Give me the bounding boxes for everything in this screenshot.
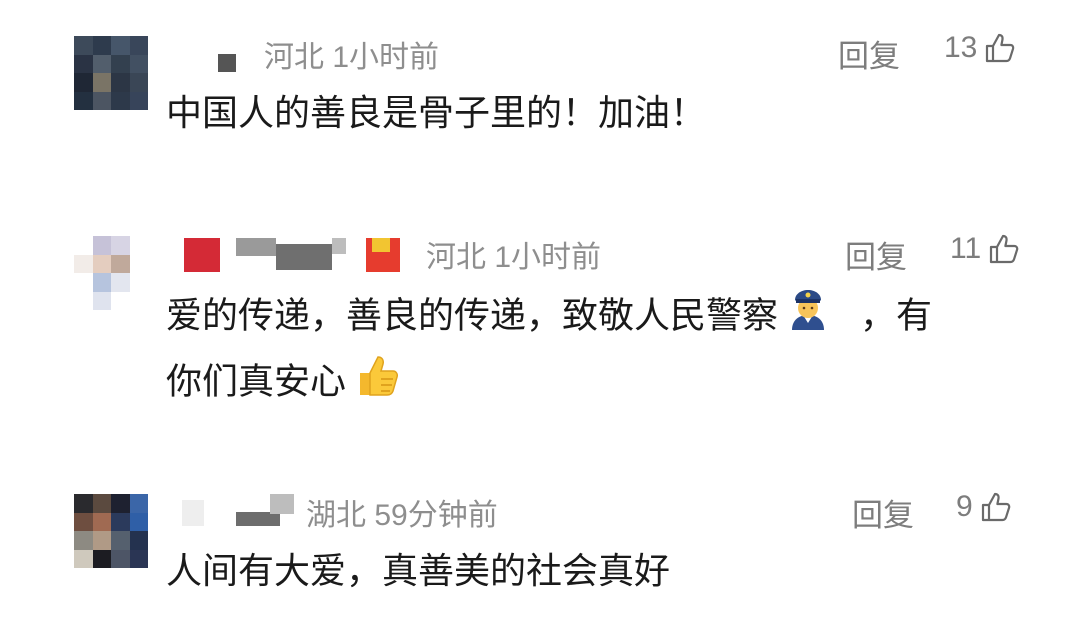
reply-button[interactable]: 回复 bbox=[845, 232, 907, 277]
reply-button[interactable]: 回复 bbox=[838, 31, 900, 76]
username-redacted[interactable] bbox=[372, 238, 390, 252]
thumbs-up-emoji bbox=[350, 349, 402, 418]
comment-text-part: ，有 bbox=[860, 295, 933, 337]
like-button[interactable]: 9 bbox=[956, 490, 1013, 524]
like-button[interactable]: 11 bbox=[950, 232, 1021, 266]
thumbs-up-outline-icon bbox=[979, 490, 1013, 524]
username-redacted[interactable] bbox=[276, 244, 332, 270]
avatar[interactable] bbox=[74, 494, 148, 568]
thumbs-up-outline-icon bbox=[987, 232, 1021, 266]
avatar[interactable] bbox=[74, 36, 148, 110]
like-button[interactable]: 13 bbox=[944, 31, 1017, 65]
username-redacted[interactable] bbox=[332, 238, 346, 254]
comment-text-part: 爱的传递，善良的传递，致敬人民警察 bbox=[166, 295, 779, 337]
like-count: 9 bbox=[956, 490, 973, 523]
comment-text: 爱的传递，善良的传递，致敬人民警察 ，有 你们真安心 bbox=[166, 286, 932, 418]
comment-meta: 湖北 59分钟前 bbox=[306, 490, 498, 534]
timestamp: 1小时前 bbox=[332, 41, 440, 74]
police-officer-emoji bbox=[786, 286, 830, 349]
comment-meta: 河北 1小时前 bbox=[264, 32, 439, 76]
timestamp: 1小时前 bbox=[494, 241, 602, 274]
comment-text-part: 你们真安心 bbox=[166, 361, 347, 403]
username-redacted[interactable] bbox=[182, 500, 204, 526]
username-redacted[interactable] bbox=[184, 238, 220, 272]
avatar[interactable] bbox=[74, 236, 148, 310]
comment-text: 人间有大爱，真善美的社会真好 bbox=[166, 551, 671, 592]
thumbs-up-outline-icon bbox=[983, 31, 1017, 65]
username-redacted[interactable] bbox=[236, 512, 280, 526]
comment-meta: 河北 1小时前 bbox=[426, 232, 601, 276]
reply-button[interactable]: 回复 bbox=[852, 490, 914, 535]
location-label: 湖北 bbox=[306, 499, 366, 532]
like-count: 11 bbox=[950, 232, 982, 265]
location-label: 河北 bbox=[264, 41, 324, 74]
comment-text: 中国人的善良是骨子里的！加油！ bbox=[166, 93, 707, 134]
username-redacted[interactable] bbox=[218, 54, 236, 72]
username-redacted[interactable] bbox=[270, 494, 294, 514]
timestamp: 59分钟前 bbox=[374, 499, 498, 532]
location-label: 河北 bbox=[426, 241, 486, 274]
like-count: 13 bbox=[944, 31, 978, 64]
username-redacted[interactable] bbox=[236, 238, 276, 256]
